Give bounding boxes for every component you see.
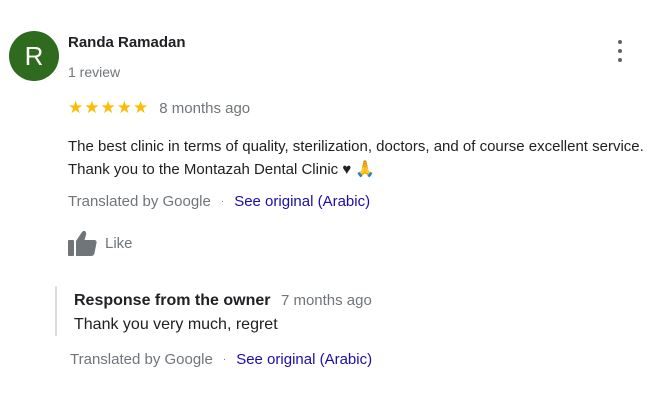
- star-icon: ★: [100, 98, 116, 117]
- owner-response-text: Thank you very much, regret: [74, 316, 278, 333]
- owner-response-title: Response from the owner: [74, 292, 271, 309]
- see-original-link[interactable]: See original (Arabic): [236, 351, 372, 368]
- translated-by-label: Translated by Google: [70, 351, 213, 368]
- author-name[interactable]: Randa Ramadan: [68, 34, 186, 51]
- avatar[interactable]: R: [9, 31, 59, 81]
- star-icon: ★: [116, 98, 132, 117]
- owner-translation-row: Translated by Google · See original (Ara…: [70, 351, 372, 368]
- more-dot: [618, 40, 622, 44]
- star-icon: ★: [68, 98, 84, 117]
- more-dot: [618, 58, 622, 62]
- star-icon: ★: [84, 98, 100, 117]
- review-count[interactable]: 1 review: [68, 64, 120, 80]
- owner-response-time: 7 months ago: [280, 292, 372, 309]
- review-text: The best clinic in terms of quality, ste…: [68, 135, 648, 181]
- folded-hands-icon: 🙏: [355, 161, 376, 178]
- review-time: 8 months ago: [159, 99, 251, 117]
- review-card: R Randa Ramadan 1 review ★ ★ ★ ★ ★ 8 mon…: [0, 0, 665, 403]
- more-vert-icon[interactable]: [610, 40, 630, 62]
- star-icon: ★: [133, 98, 149, 117]
- star-rating: ★ ★ ★ ★ ★: [68, 98, 148, 118]
- see-original-link[interactable]: See original (Arabic): [234, 193, 370, 210]
- thumbs-up-icon: [68, 230, 97, 256]
- owner-response: Response from the owner 7 months ago Tha…: [55, 286, 617, 336]
- more-dot: [618, 49, 622, 53]
- rating-row: ★ ★ ★ ★ ★ 8 months ago: [68, 97, 250, 119]
- translated-by-label: Translated by Google: [68, 193, 211, 210]
- like-label: Like: [105, 234, 133, 252]
- owner-response-header: Response from the owner 7 months ago: [74, 292, 372, 310]
- translation-row: Translated by Google · See original (Ara…: [68, 193, 370, 210]
- like-button[interactable]: Like: [68, 230, 133, 256]
- separator-dot: ·: [220, 196, 225, 207]
- separator-dot: ·: [222, 354, 227, 365]
